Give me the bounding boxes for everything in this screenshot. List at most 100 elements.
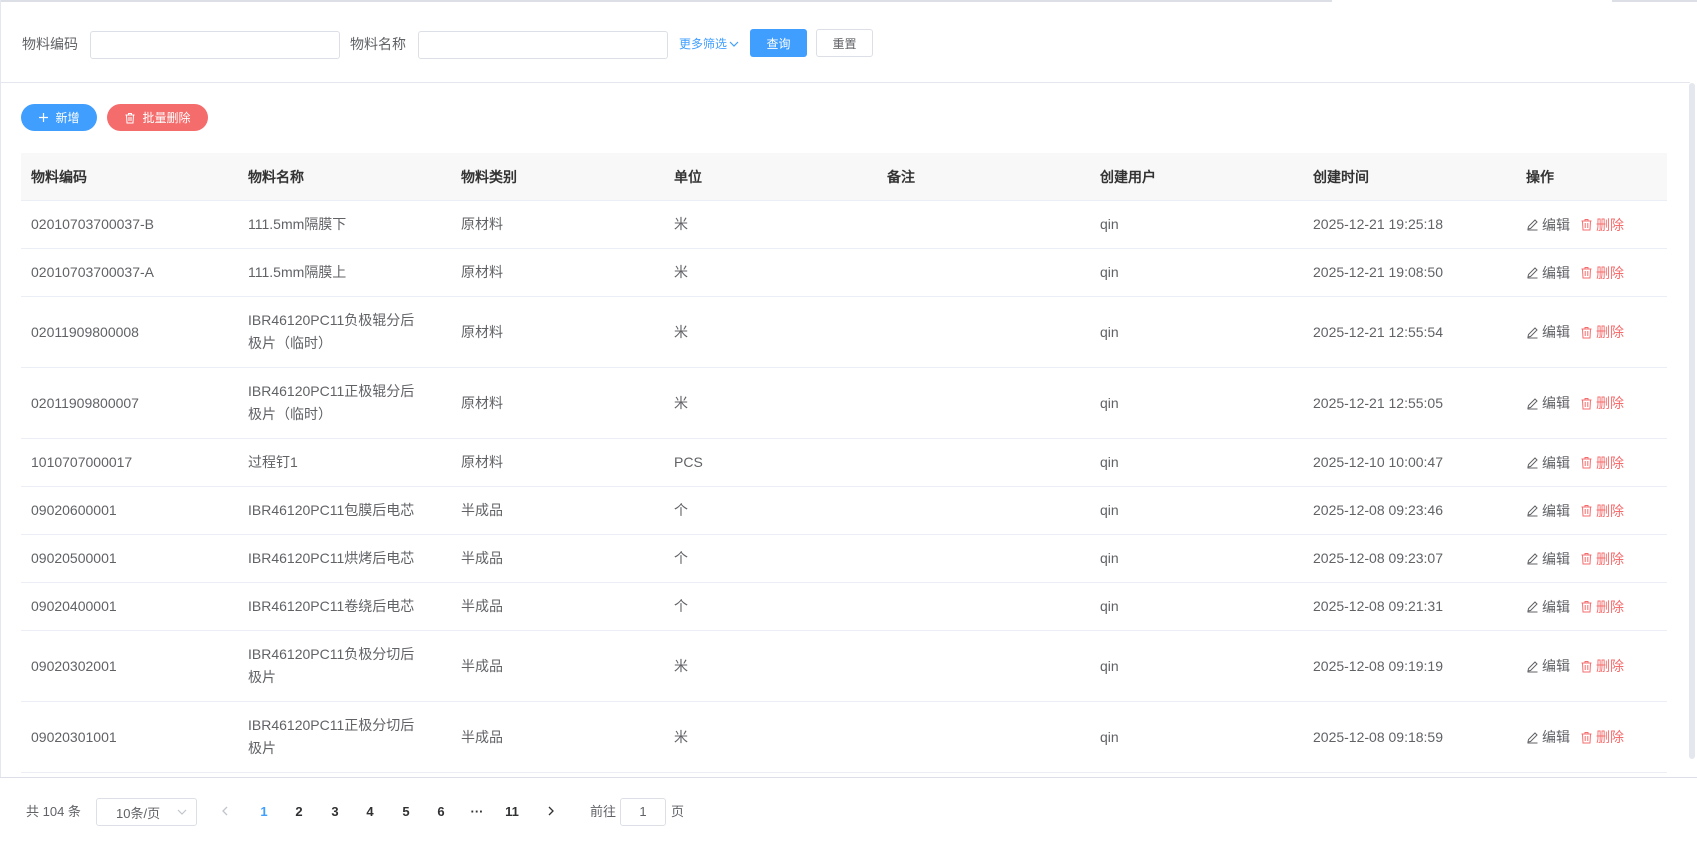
edit-button[interactable]: 编辑	[1526, 549, 1570, 569]
header-unit[interactable]: 单位	[664, 153, 702, 201]
page-6[interactable]: 6	[426, 798, 456, 826]
table-row[interactable]: 02010703700037-B 111.5mm隔膜下 原材料 米 qin 2025-12…	[21, 201, 1667, 249]
cell-unit: 个	[674, 502, 688, 518]
cell-category: 半成品	[461, 598, 503, 614]
delete-button[interactable]: 删除	[1580, 263, 1624, 283]
cell-remark	[877, 439, 887, 486]
trash-icon	[1581, 326, 1592, 338]
edit-icon	[1527, 660, 1538, 672]
cell-name: IBR46120PC11正极分切后极片	[248, 717, 415, 756]
edit-button[interactable]: 编辑	[1526, 453, 1570, 473]
cell-actions: 编辑 删除	[1516, 583, 1624, 630]
table-row[interactable]: 1010707000017 过程钉1 原材料 PCS qin 2025-12-10 10:…	[21, 439, 1667, 487]
cell-category: 半成品	[461, 502, 503, 518]
cell-category: 原材料	[461, 454, 503, 470]
trash-icon	[1581, 219, 1592, 231]
reset-button[interactable]: 重置	[816, 29, 873, 57]
cell-code: 09020400001	[31, 598, 117, 614]
delete-button[interactable]: 删除	[1580, 656, 1624, 676]
header-name[interactable]: 物料名称	[238, 153, 304, 201]
edit-icon	[1527, 457, 1538, 469]
table-row[interactable]: 09020500001 IBR46120PC11烘烤后电芯 半成品 个 qin 2025-…	[21, 535, 1667, 583]
table-row[interactable]: 09020400001 IBR46120PC11卷绕后电芯 半成品 个 qin 2025-…	[21, 583, 1667, 631]
delete-button[interactable]: 删除	[1580, 501, 1624, 521]
edit-label: 编辑	[1542, 550, 1570, 567]
page-size-select[interactable]: 10条/页	[96, 798, 197, 826]
table-row[interactable]: 02011909800007 IBR46120PC11正极辊分后极片（临时） 原材料…	[21, 368, 1667, 439]
cell-time: 2025-12-10 10:00:47	[1313, 454, 1443, 470]
edit-button[interactable]: 编辑	[1526, 727, 1570, 747]
table-row[interactable]: 02010703700037-A 111.5mm隔膜上 原材料 米 qin 2025-12…	[21, 249, 1667, 297]
cell-code: 09020302001	[31, 657, 117, 674]
cell-actions: 编辑 删除	[1516, 535, 1624, 582]
page-4[interactable]: 4	[355, 798, 385, 826]
cell-actions: 编辑 删除	[1516, 297, 1624, 367]
cell-user: qin	[1100, 264, 1119, 280]
table-row[interactable]: 09020302001 IBR46120PC11负极分切后极片 半成品 米 qin 202…	[21, 631, 1667, 702]
cell-time: 2025-12-21 12:55:05	[1313, 394, 1443, 411]
edit-label: 编辑	[1542, 395, 1570, 411]
page-1[interactable]: 1	[249, 798, 279, 826]
delete-button[interactable]: 删除	[1580, 727, 1624, 747]
edit-icon	[1527, 397, 1538, 409]
header-remark[interactable]: 备注	[877, 153, 915, 201]
edit-button[interactable]: 编辑	[1526, 597, 1570, 617]
delete-button[interactable]: 删除	[1580, 597, 1624, 617]
delete-label: 删除	[1596, 395, 1624, 411]
cell-code: 02010703700037-A	[31, 264, 155, 280]
edit-button[interactable]: 编辑	[1526, 215, 1570, 235]
trash-icon	[1581, 601, 1592, 613]
cell-user: qin	[1100, 502, 1119, 518]
cell-unit: 个	[674, 598, 688, 614]
page-3[interactable]: 3	[320, 798, 350, 826]
table-body: 02010703700037-B 111.5mm隔膜下 原材料米 qin 2025-12…	[21, 201, 1667, 773]
cell-actions: 编辑 删除	[1516, 249, 1624, 296]
cell-remark	[877, 535, 887, 582]
edit-label: 编辑	[1542, 502, 1570, 519]
trash-icon	[1581, 397, 1592, 409]
edit-icon	[1527, 219, 1538, 231]
cell-actions: 编辑 删除	[1516, 201, 1624, 248]
header-user[interactable]: 创建用户	[1090, 153, 1156, 201]
delete-button[interactable]: 删除	[1580, 322, 1624, 342]
edit-button[interactable]: 编辑	[1526, 656, 1570, 676]
edit-button[interactable]: 编辑	[1526, 501, 1570, 521]
delete-button[interactable]: 删除	[1580, 215, 1624, 235]
goto-page-input[interactable]: 1	[620, 798, 666, 826]
vertical-scrollbar[interactable]	[1689, 83, 1695, 759]
more-filter-toggle[interactable]: 更多筛选	[679, 36, 739, 52]
page-11[interactable]: 11	[497, 798, 527, 826]
prev-page-button[interactable]	[210, 798, 240, 826]
edit-button[interactable]: 编辑	[1526, 322, 1570, 342]
edit-button[interactable]: 编辑	[1526, 263, 1570, 283]
header-category[interactable]: 物料类别	[451, 153, 517, 201]
header-code[interactable]: 物料编码	[21, 153, 87, 201]
cell-actions: 编辑 删除	[1516, 439, 1624, 486]
delete-button[interactable]: 删除	[1580, 453, 1624, 473]
delete-label: 删除	[1596, 598, 1624, 615]
cell-user: qin	[1100, 550, 1119, 566]
delete-button[interactable]: 删除	[1580, 393, 1624, 413]
delete-button[interactable]: 删除	[1580, 549, 1624, 569]
table-row[interactable]: 02011909800008 IBR46120PC11负极辊分后极片（临时） 原材料…	[21, 297, 1667, 368]
cell-name: IBR46120PC11包膜后电芯	[248, 502, 415, 518]
add-button[interactable]: 新增	[21, 104, 97, 131]
edit-button[interactable]: 编辑	[1526, 393, 1570, 413]
page-ellipsis[interactable]: ···	[462, 798, 492, 826]
query-button[interactable]: 查询	[750, 29, 807, 57]
page-2[interactable]: 2	[284, 798, 314, 826]
page-5[interactable]: 5	[391, 798, 421, 826]
page-size-value: 10条/页	[116, 805, 161, 821]
total-count: 共 104 条	[26, 804, 81, 819]
name-filter-input[interactable]	[418, 31, 668, 59]
code-filter-input[interactable]	[90, 31, 340, 59]
edit-icon	[1527, 505, 1538, 517]
header-time[interactable]: 创建时间	[1303, 153, 1369, 201]
batch-delete-button[interactable]: 批量删除	[107, 104, 208, 131]
delete-label: 删除	[1596, 502, 1624, 519]
table-row[interactable]: 09020301001 IBR46120PC11正极分切后极片 半成品 米 qin 202…	[21, 702, 1667, 773]
table-row[interactable]: 09020600001 IBR46120PC11包膜后电芯 半成品 个 qin 2025-…	[21, 487, 1667, 535]
trash-icon	[1581, 267, 1592, 279]
next-page-button[interactable]	[536, 798, 566, 826]
pagination: 共 104 条 10条/页 1 2 3 4 5 6 ··· 11 前往 1 页	[0, 778, 1697, 845]
